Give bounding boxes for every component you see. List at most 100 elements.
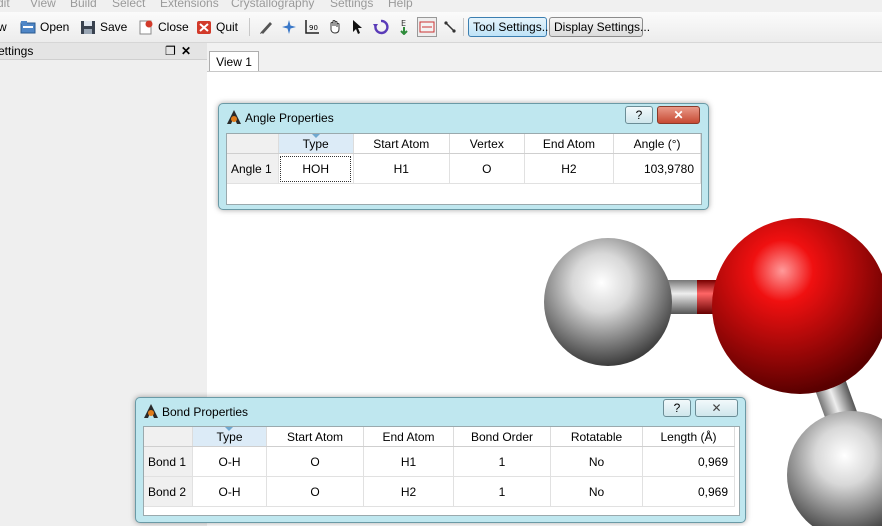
menu-bar: dit View Build Select Extensions Crystal… — [0, 0, 882, 12]
column-header-bond-order[interactable]: Bond Order — [453, 427, 551, 447]
column-header-length[interactable]: Length (Å) — [642, 427, 735, 447]
close-dialog-button[interactable]: ✕ — [695, 399, 738, 417]
save-button[interactable]: Save — [80, 17, 127, 37]
ruler-icon[interactable] — [417, 17, 437, 37]
cell-type[interactable]: HOH — [278, 153, 354, 184]
cell-start-atom[interactable]: O — [266, 446, 364, 477]
menu-edit[interactable]: dit — [0, 0, 10, 10]
cell-bond-order[interactable]: 1 — [453, 446, 551, 477]
cell-rotatable[interactable]: No — [550, 446, 643, 477]
draw-pencil-icon[interactable] — [256, 17, 276, 37]
column-header-rotatable[interactable]: Rotatable — [550, 427, 643, 447]
close-document-icon — [139, 20, 153, 34]
help-button[interactable]: ? — [663, 399, 691, 417]
cell-type[interactable]: O-H — [192, 476, 267, 507]
cell-start-atom[interactable]: O — [266, 476, 364, 507]
new-label: w — [0, 20, 7, 34]
hydrogen-atom-h2[interactable] — [787, 411, 882, 526]
cell-start-atom[interactable]: H1 — [353, 153, 450, 184]
menu-extensions[interactable]: Extensions — [160, 0, 219, 10]
tool-settings-button[interactable]: Tool Settings... — [468, 17, 552, 37]
column-header-start-atom[interactable]: Start Atom — [266, 427, 364, 447]
help-button[interactable]: ? — [625, 106, 653, 124]
toolbar-separator — [249, 18, 250, 36]
table-header-row: Type Start Atom Vertex End Atom Angle (°… — [227, 134, 701, 154]
cell-end-atom[interactable]: H1 — [363, 446, 454, 477]
sort-indicator-icon — [311, 134, 320, 138]
panel-title: ettings — [0, 44, 34, 58]
avogadro-app-icon — [144, 404, 158, 418]
open-label: Open — [40, 20, 70, 34]
row-header[interactable]: Bond 1 — [144, 446, 193, 477]
table-corner — [144, 427, 193, 447]
quit-button[interactable]: Quit — [196, 17, 238, 37]
menu-build[interactable]: Build — [70, 0, 97, 10]
menu-settings[interactable]: Settings — [330, 0, 373, 10]
quit-icon — [197, 20, 211, 34]
menu-help[interactable]: Help — [388, 0, 413, 10]
menu-select[interactable]: Select — [112, 0, 145, 10]
bond-properties-dialog: Bond Properties ? ✕ Type Start Atom End … — [135, 397, 746, 523]
float-panel-icon[interactable]: ❐ — [165, 44, 176, 58]
table-row[interactable]: Angle 1 HOH H1 O H2 103,9780 — [227, 153, 701, 184]
table-row[interactable]: Bond 2 O-H O H2 1 No 0,969 — [144, 476, 735, 507]
angle-table[interactable]: Type Start Atom Vertex End Atom Angle (°… — [226, 133, 702, 205]
close-icon: ✕ — [711, 401, 722, 415]
rotate-icon[interactable] — [371, 17, 391, 37]
oxygen-atom[interactable] — [712, 218, 882, 394]
row-header[interactable]: Bond 2 — [144, 476, 193, 507]
bond-dialog-title: Bond Properties — [162, 405, 249, 419]
quit-label: Quit — [216, 20, 239, 34]
table-header-row: Type Start Atom End Atom Bond Order Rota… — [144, 427, 735, 447]
column-header-type[interactable]: Type — [278, 134, 354, 154]
column-header-start-atom[interactable]: Start Atom — [353, 134, 450, 154]
avogadro-app-icon — [227, 110, 241, 124]
row-header[interactable]: Angle 1 — [227, 153, 279, 184]
close-dialog-button[interactable]: ✕ — [657, 106, 700, 124]
hydrogen-atom-h1[interactable] — [544, 238, 672, 366]
close-label: Close — [158, 20, 189, 34]
symmetry-icon[interactable]: E — [394, 17, 414, 37]
cell-vertex[interactable]: O — [449, 153, 525, 184]
close-panel-icon[interactable]: ✕ — [181, 44, 191, 58]
svg-text:90: 90 — [309, 24, 318, 32]
column-header-type[interactable]: Type — [192, 427, 267, 447]
sort-indicator-icon — [225, 427, 233, 431]
menu-view[interactable]: View — [30, 0, 56, 10]
angle-properties-dialog: Angle Properties ? ✕ Type Start Atom Ver… — [218, 103, 709, 210]
cell-angle[interactable]: 103,9780 — [613, 153, 701, 184]
table-corner — [227, 134, 279, 154]
open-button[interactable]: Open — [20, 17, 69, 37]
cell-type[interactable]: O-H — [192, 446, 267, 477]
select-arrow-icon[interactable] — [348, 17, 368, 37]
navigate-icon[interactable] — [279, 17, 299, 37]
display-settings-button[interactable]: Display Settings... — [549, 17, 650, 37]
cell-rotatable[interactable]: No — [550, 476, 643, 507]
table-row[interactable]: Bond 1 O-H O H1 1 No 0,969 — [144, 446, 735, 477]
new-button[interactable]: w — [0, 17, 7, 37]
save-label: Save — [100, 20, 128, 34]
main-toolbar: w Open Save Close Quit 90 E Tool Setting… — [0, 12, 882, 43]
column-header-end-atom[interactable]: End Atom — [363, 427, 454, 447]
angle-dialog-title: Angle Properties — [245, 111, 334, 125]
bond-table[interactable]: Type Start Atom End Atom Bond Order Rota… — [143, 426, 740, 516]
close-button[interactable]: Close — [138, 17, 189, 37]
manipulate-hand-icon[interactable] — [325, 17, 345, 37]
menu-crystallography[interactable]: Crystallography — [231, 0, 314, 10]
cell-length[interactable]: 0,969 — [642, 476, 735, 507]
open-folder-icon — [20, 21, 36, 34]
cell-end-atom[interactable]: H2 — [524, 153, 615, 184]
svg-text:E: E — [401, 19, 406, 28]
cell-end-atom[interactable]: H2 — [363, 476, 454, 507]
cell-length[interactable]: 0,969 — [642, 446, 735, 477]
toolbar-separator — [463, 18, 464, 36]
column-header-vertex[interactable]: Vertex — [449, 134, 525, 154]
panel-title-bar: ettings ❐ ✕ — [0, 43, 207, 60]
close-icon: ✕ — [673, 108, 684, 122]
measure-icon[interactable]: 90 — [302, 17, 322, 37]
save-disk-icon — [81, 20, 95, 34]
align-icon[interactable] — [440, 17, 460, 37]
cell-bond-order[interactable]: 1 — [453, 476, 551, 507]
column-header-end-atom[interactable]: End Atom — [524, 134, 615, 154]
column-header-angle[interactable]: Angle (°) — [613, 134, 701, 154]
